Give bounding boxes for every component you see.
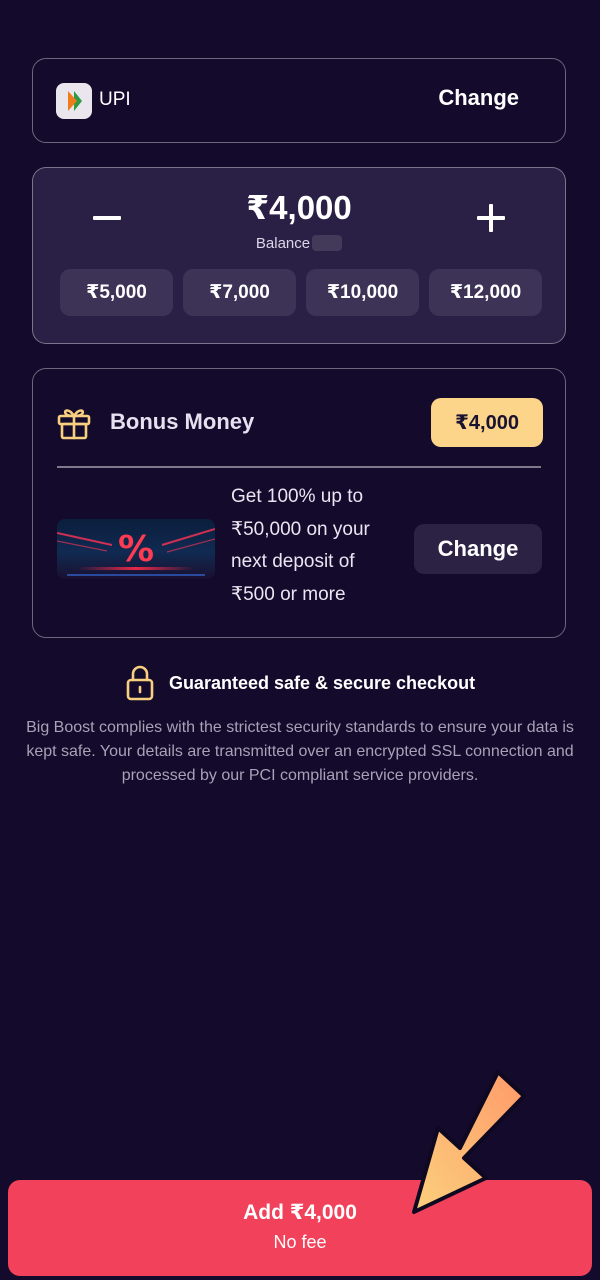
increase-amount-button[interactable] (461, 188, 521, 248)
promo-line: Get 100% up to (231, 486, 364, 507)
promo-description: Get 100% up to ₹50,000 on your next depo… (231, 481, 401, 611)
change-payment-button[interactable]: Change (438, 85, 519, 111)
amount-card: ₹4,000 Balance ₹5,000 ₹7,000 ₹10,000 ₹12… (32, 167, 566, 344)
bonus-amount-badge: ₹4,000 (431, 398, 543, 447)
lock-icon (126, 665, 154, 701)
svg-text:%: % (118, 529, 154, 570)
add-money-button[interactable]: Add ₹4,000 No fee (8, 1180, 592, 1276)
security-description: Big Boost complies with the strictest se… (26, 719, 574, 784)
fee-label: No fee (273, 1232, 327, 1252)
balance-value-hidden (312, 235, 343, 251)
promo-line: ₹50,000 on your (231, 518, 370, 540)
upi-logo-icon (56, 83, 92, 119)
bonus-card: Bonus Money ₹4,000 % Get 100% up to ₹50,… (32, 368, 566, 638)
preset-amounts: ₹5,000 ₹7,000 ₹10,000 ₹12,000 (60, 269, 542, 316)
bonus-money-title: Bonus Money (110, 409, 255, 434)
change-bonus-button[interactable]: Change (414, 524, 542, 574)
add-money-label: Add ₹4,000 (243, 1201, 357, 1224)
percent-promo-banner: % (57, 519, 215, 579)
promo-line: ₹500 or more (231, 583, 346, 605)
secure-checkout-row: Guaranteed safe & secure checkout (0, 664, 600, 702)
balance-label: Balance (255, 235, 311, 252)
secure-checkout-title: Guaranteed safe & secure checkout (168, 672, 476, 693)
payment-method-label: UPI (99, 89, 131, 110)
payment-method-card: UPI Change (32, 58, 566, 143)
plus-icon (477, 204, 505, 232)
preset-amount-button[interactable]: ₹12,000 (429, 269, 542, 316)
divider (57, 466, 541, 468)
promo-line: next deposit of (231, 551, 355, 572)
preset-amount-button[interactable]: ₹5,000 (60, 269, 173, 316)
gift-icon (57, 409, 91, 440)
preset-amount-button[interactable]: ₹10,000 (306, 269, 419, 316)
preset-amount-button[interactable]: ₹7,000 (183, 269, 296, 316)
